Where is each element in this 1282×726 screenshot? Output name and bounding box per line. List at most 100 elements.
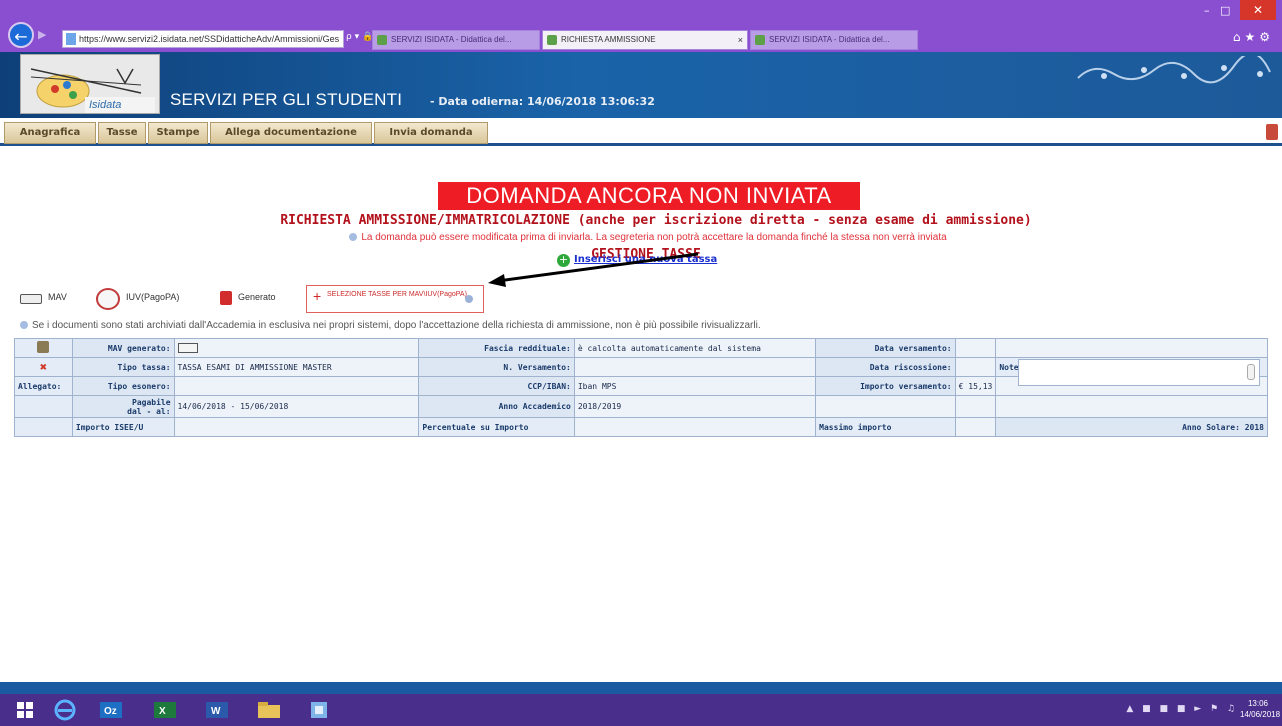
tax-detail-table: MAV generato: Fascia reddituale: è calco… <box>14 338 1268 437</box>
tab-label: SERVIZI ISIDATA - Didattica del... <box>391 35 512 44</box>
empty-cell <box>14 417 73 437</box>
anno-accademico-label: Anno Accademico <box>418 395 575 418</box>
n-versamento-value <box>573 357 817 377</box>
pagabile-label: Pagabile dal - al: <box>71 395 175 418</box>
logo-text: Isidata <box>89 99 122 111</box>
edit-icon[interactable] <box>37 341 50 353</box>
tipo-tassa-value: TASSA ESAMI DI AMMISSIONE MASTER <box>173 357 420 377</box>
table-row: Importo ISEE/U Percentuale su Importo Ma… <box>14 417 1268 437</box>
tab-favicon-icon <box>377 35 387 45</box>
excel-icon[interactable]: X <box>148 698 182 722</box>
importo-isee-label: Importo ISEE/U <box>71 417 175 437</box>
percentuale-value <box>573 417 817 437</box>
scrollbar[interactable] <box>1247 364 1255 380</box>
anno-solare-label: Anno Solare: <box>1182 422 1240 432</box>
data-versamento-value <box>954 338 997 358</box>
tab-label: RICHIESTA AMMISSIONE <box>561 35 656 44</box>
browser-chrome: ← ▶ https://www.servizi2.isidata.net/SSD… <box>0 0 1282 52</box>
request-note-text: La domanda può essere modificata prima d… <box>361 232 947 243</box>
anno-solare-cell: Anno Solare: 2018 <box>995 417 1268 437</box>
pdf-icon[interactable] <box>220 291 232 305</box>
svg-text:W: W <box>211 706 221 717</box>
data-versamento-label: Data versamento: <box>815 338 956 358</box>
address-bar[interactable]: https://www.servizi2.isidata.net/SSDidat… <box>62 30 344 48</box>
window-close-icon[interactable]: ✕ <box>1240 0 1276 20</box>
select-taxes-button[interactable]: + SELEZIONE TASSE PER MAV\IUV(PagoPA) <box>306 285 484 313</box>
tab-invia-domanda[interactable]: Invia domanda <box>374 122 488 144</box>
importo-isee-value <box>173 417 420 437</box>
browser-tab-1[interactable]: SERVIZI ISIDATA - Didattica del... <box>372 30 540 50</box>
ccp-label: CCP/IBAN: <box>418 376 575 396</box>
svg-text:X: X <box>159 706 166 717</box>
minimize-icon[interactable]: – <box>1204 4 1210 17</box>
importo-versamento-value: € 15,13 <box>954 376 997 396</box>
address-text: https://www.servizi2.isidata.net/SSDidat… <box>79 34 340 44</box>
pagabile-label-1: Pagabile <box>132 397 171 407</box>
allegato-label: Allegato: <box>14 376 73 396</box>
mav-icon[interactable] <box>20 294 42 304</box>
mav-generato-value <box>173 338 420 358</box>
browser-tab-3[interactable]: SERVIZI ISIDATA - Didattica del... <box>750 30 918 50</box>
empty-cell <box>995 338 1268 358</box>
delete-icon[interactable]: ✖ <box>40 360 47 374</box>
empty-cell <box>995 395 1268 418</box>
request-note: La domanda può essere modificata prima d… <box>0 232 1282 243</box>
table-row: Pagabile dal - al: 14/06/2018 - 15/06/201… <box>14 395 1268 418</box>
tab-favicon-icon <box>547 35 557 45</box>
info-icon <box>20 321 28 330</box>
percentuale-label: Percentuale su Importo <box>418 417 575 437</box>
iuv-label: IUV(PagoPA) <box>126 292 180 302</box>
svg-text:Oz: Oz <box>104 706 117 717</box>
internet-explorer-icon[interactable] <box>48 698 82 722</box>
system-tray-icons[interactable]: ▲ ■ ■ ■ ► ⚑ ♫ <box>1126 704 1238 714</box>
tipo-tassa-label: Tipo tassa: <box>71 357 175 377</box>
exit-icon[interactable] <box>1266 124 1278 140</box>
tab-tasse[interactable]: Tasse <box>98 122 146 144</box>
importo-versamento-label: Importo versamento: <box>815 376 956 396</box>
file-explorer-icon[interactable] <box>252 698 286 722</box>
mav-generato-label: MAV generato: <box>71 338 175 358</box>
taskbar: Oz X W ▲ ■ ■ ■ ► ⚑ ♫ 13:06 14/06/2018 <box>0 694 1282 726</box>
screen: ← ▶ https://www.servizi2.isidata.net/SSD… <box>0 0 1282 726</box>
status-banner: DOMANDA ANCORA NON INVIATA <box>438 182 860 210</box>
window-controls: – □ ✕ <box>1204 0 1282 20</box>
restore-icon[interactable]: □ <box>1220 4 1230 17</box>
music-notes-decoration <box>1077 56 1271 84</box>
windows-start-icon[interactable] <box>8 698 42 722</box>
fascia-label: Fascia reddituale: <box>418 338 575 358</box>
massimo-value <box>954 417 997 437</box>
browser-tab-2[interactable]: RICHIESTA AMMISSIONE × <box>542 30 748 50</box>
anno-solare-value: 2018 <box>1244 422 1264 432</box>
word-icon[interactable]: W <box>200 698 234 722</box>
page-title: SERVIZI PER GLI STUDENTI <box>170 90 403 109</box>
tab-allega-documentazione[interactable]: Allega documentazione <box>210 122 372 144</box>
info-icon <box>465 295 473 303</box>
app-icon[interactable] <box>302 698 336 722</box>
ccp-value: Iban MPS <box>573 376 817 396</box>
data-riscossione-label: Data riscossione: <box>815 357 956 377</box>
forward-arrow-icon[interactable]: ▶ <box>38 28 52 42</box>
back-arrow-icon[interactable]: ← <box>8 22 34 48</box>
archive-note-text: Se i documenti sono stati archiviati dal… <box>32 320 761 331</box>
annotation-arrow <box>488 252 699 287</box>
empty-cell <box>815 395 956 418</box>
home-star-gear-icons[interactable]: ⌂★⚙ <box>1233 30 1274 44</box>
outlook-icon[interactable]: Oz <box>94 698 128 722</box>
mav-icon[interactable] <box>177 343 198 353</box>
edit-cell <box>14 338 73 358</box>
tab-stampe[interactable]: Stampe <box>148 122 208 144</box>
plus-icon: + <box>313 288 322 304</box>
select-taxes-label: SELEZIONE TASSE PER MAV\IUV(PagoPA) <box>327 291 467 298</box>
mav-label: MAV <box>48 292 67 302</box>
pagopa-icon[interactable] <box>96 288 120 310</box>
tab-close-icon[interactable]: × <box>738 31 743 49</box>
data-riscossione-value <box>954 357 997 377</box>
tab-anagrafica[interactable]: Anagrafica <box>4 122 96 144</box>
taskbar-clock[interactable]: 13:06 14/06/2018 <box>1240 698 1280 720</box>
table-row: MAV generato: Fascia reddituale: è calco… <box>14 338 1268 358</box>
clock-time: 13:06 <box>1247 699 1269 708</box>
note-textarea[interactable] <box>1018 359 1260 386</box>
anno-accademico-value: 2018/2019 <box>573 395 817 418</box>
empty-cell <box>954 395 997 418</box>
tab-favicon-icon <box>755 35 765 45</box>
